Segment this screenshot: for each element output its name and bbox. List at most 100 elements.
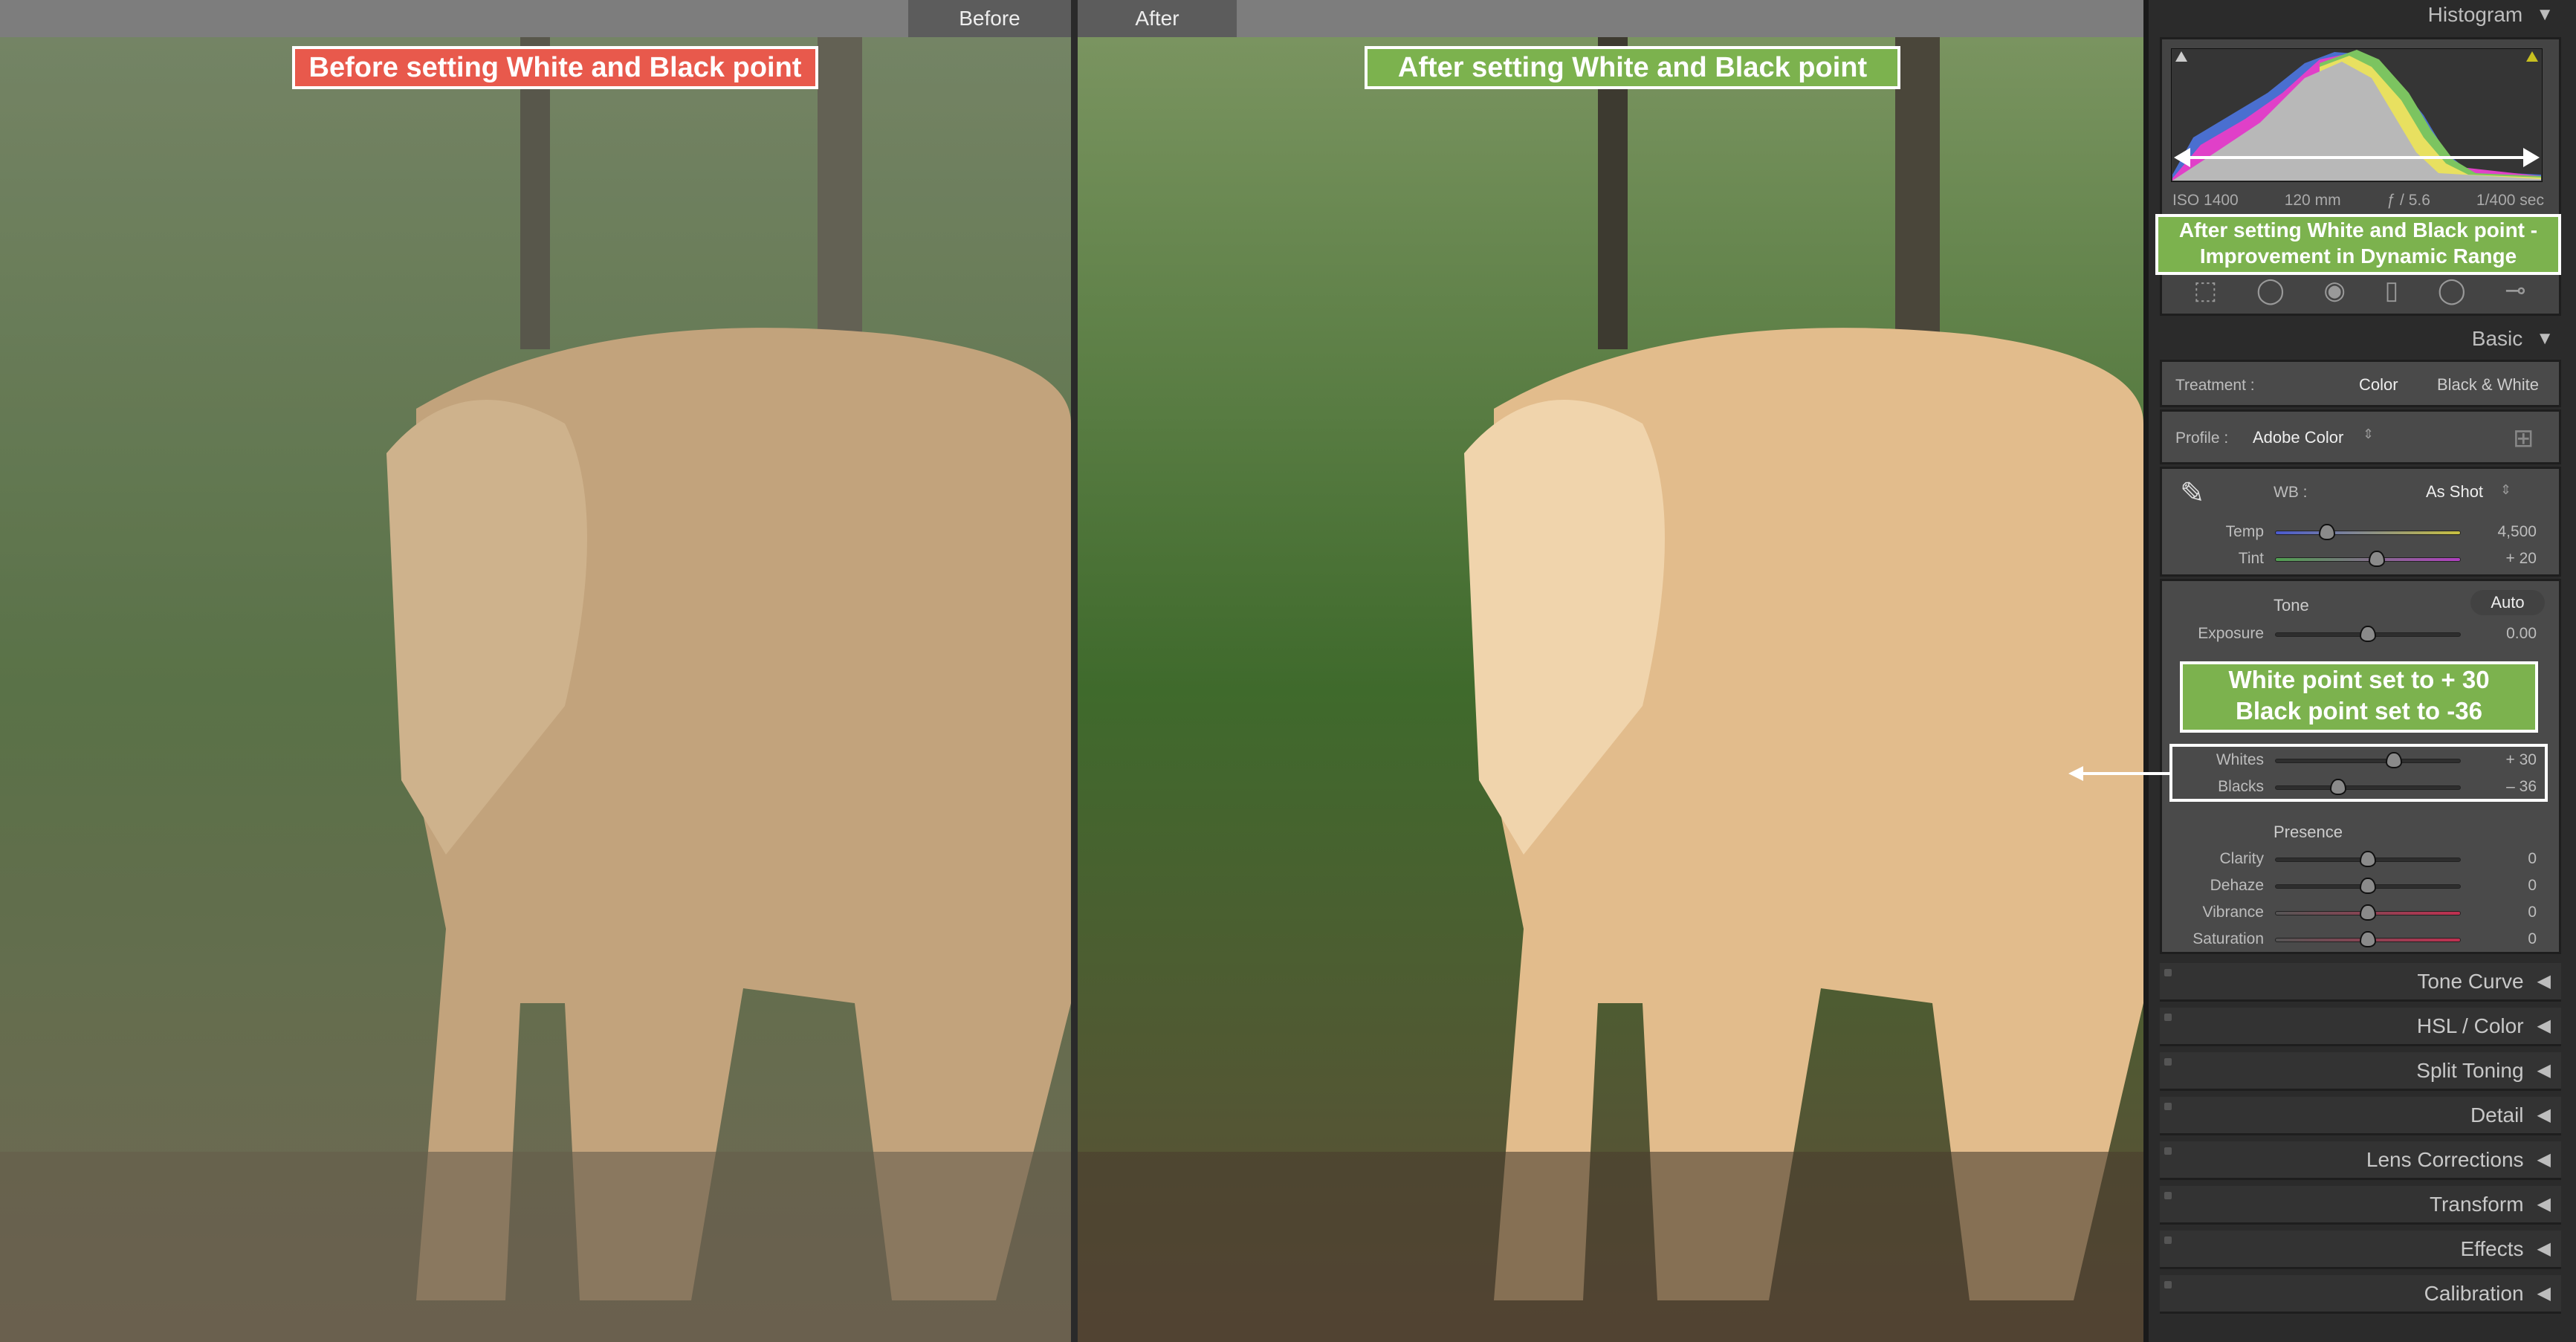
triangle-left-icon: ◀ [2537, 1239, 2551, 1259]
slider-saturation: Saturation 0 [2149, 930, 2576, 950]
panel-toggle-switch[interactable] [2164, 1281, 2172, 1288]
panel-tone-curve[interactable]: Tone Curve ◀ [2160, 963, 2561, 1002]
tab-after[interactable]: After [1078, 0, 1237, 37]
annotation-line: After setting White and Black point - [2178, 218, 2538, 242]
panel-toggle-switch[interactable] [2164, 1236, 2172, 1244]
profile-row: Profile : Adobe Color ⇕ ⊞ [2160, 409, 2561, 464]
profile-label: Profile : [2175, 429, 2229, 447]
slider-label: Vibrance [2202, 904, 2264, 921]
annotation-line: Black point set to -36 [2236, 697, 2482, 725]
slider-temp: Temp 4,500 [2149, 523, 2576, 542]
panel-effects[interactable]: Effects ◀ [2160, 1231, 2561, 1269]
red-eye-icon[interactable]: ◉ [2323, 276, 2346, 305]
panel-toggle-switch[interactable] [2164, 1192, 2172, 1199]
slider-value[interactable]: 0 [2462, 904, 2537, 921]
auto-tone-button[interactable]: Auto [2470, 590, 2545, 615]
panel-toggle-switch[interactable] [2164, 1058, 2172, 1066]
panel-title: Lens Corrections [2366, 1147, 2524, 1171]
panel-toggle-switch[interactable] [2164, 969, 2172, 976]
slider-exposure: Exposure 0.00 [2149, 625, 2576, 644]
triangle-left-icon: ◀ [2537, 1016, 2551, 1036]
treatment-bw-button[interactable]: Black & White [2437, 375, 2539, 395]
presence-label: Presence [2274, 823, 2343, 841]
annotation-arrow [2081, 772, 2170, 775]
basic-header[interactable]: Basic ▼ [2472, 327, 2554, 351]
arrow-head-icon [2068, 766, 2083, 781]
panel-split-toning[interactable]: Split Toning ◀ [2160, 1052, 2561, 1091]
histogram-header[interactable]: Histogram ▼ [2428, 3, 2554, 27]
triangle-left-icon: ◀ [2537, 971, 2551, 991]
shutter-readout: 1/400 sec [2476, 192, 2544, 209]
triangle-left-icon: ◀ [2537, 1194, 2551, 1214]
slider-label: Dehaze [2210, 877, 2264, 894]
panel-toggle-switch[interactable] [2164, 1014, 2172, 1021]
slider-value[interactable]: 4,500 [2462, 523, 2537, 541]
slider-thumb[interactable] [2360, 931, 2376, 947]
tab-before[interactable]: Before [908, 0, 1071, 37]
triangle-left-icon: ◀ [2537, 1060, 2551, 1080]
slider-value[interactable]: 0 [2462, 877, 2537, 895]
triangle-left-icon: ◀ [2537, 1150, 2551, 1170]
tone-label: Tone [2274, 596, 2309, 615]
slider-thumb[interactable] [2360, 904, 2376, 921]
slider-track[interactable] [2275, 878, 2461, 894]
slider-thumb[interactable] [2360, 626, 2376, 642]
profile-browser-icon[interactable]: ⊞ [2513, 424, 2534, 453]
panel-lens-corrections[interactable]: Lens Corrections ◀ [2160, 1141, 2561, 1180]
triangle-left-icon: ◀ [2537, 1105, 2551, 1125]
slider-thumb[interactable] [2319, 524, 2336, 540]
updown-icon: ⇕ [2363, 427, 2375, 441]
slider-track[interactable] [2275, 851, 2461, 867]
after-header [1078, 0, 2143, 37]
panel-hsl-color[interactable]: HSL / Color ◀ [2160, 1008, 2561, 1046]
panel-toggle-switch[interactable] [2164, 1147, 2172, 1155]
radial-filter-icon[interactable]: ◯ [2438, 276, 2466, 305]
histogram-title: Histogram [2427, 3, 2523, 26]
annotation-line: Improvement in Dynamic Range [2199, 244, 2517, 268]
slider-vibrance: Vibrance 0 [2149, 904, 2576, 923]
slider-track[interactable] [2275, 931, 2461, 947]
triangle-down-icon: ▼ [2536, 4, 2554, 25]
panel-title: Tone Curve [2417, 969, 2524, 993]
panel-transform[interactable]: Transform ◀ [2160, 1186, 2561, 1225]
panel-detail[interactable]: Detail ◀ [2160, 1097, 2561, 1135]
eyedropper-icon[interactable]: ✎ [2180, 476, 2205, 510]
wb-label: WB : [2274, 484, 2308, 501]
panel-title: Split Toning [2416, 1058, 2524, 1082]
wb-select[interactable]: As Shot [2426, 482, 2483, 502]
iso-readout: ISO 1400 [2172, 192, 2239, 209]
slider-value[interactable]: 0.00 [2462, 625, 2537, 643]
treatment-color-button[interactable]: Color [2359, 375, 2398, 395]
slider-thumb[interactable] [2369, 551, 2386, 567]
basic-title: Basic [2471, 327, 2523, 350]
before-photo [0, 37, 1071, 1342]
slider-value[interactable]: 0 [2462, 930, 2537, 948]
panel-calibration[interactable]: Calibration ◀ [2160, 1275, 2561, 1314]
slider-thumb[interactable] [2360, 878, 2376, 894]
slider-value[interactable]: 0 [2462, 850, 2537, 868]
slider-thumb[interactable] [2360, 851, 2376, 867]
slider-clarity: Clarity 0 [2149, 850, 2576, 869]
slider-label: Tint [2238, 550, 2264, 567]
panel-toggle-switch[interactable] [2164, 1103, 2172, 1110]
after-photo [1078, 37, 2143, 1342]
crop-overlay-icon[interactable]: ⬚ [2193, 276, 2217, 305]
spot-removal-icon[interactable]: ◯ [2256, 276, 2285, 305]
slider-label: Saturation [2192, 930, 2264, 947]
graduated-filter-icon[interactable]: ▯ [2385, 276, 2399, 305]
histogram-chart [2171, 48, 2543, 182]
after-annotation: After setting White and Black point [1365, 46, 1900, 89]
adjustment-brush-icon[interactable]: ⊸ [2505, 276, 2526, 305]
slider-track[interactable] [2275, 524, 2461, 540]
slider-value[interactable]: + 20 [2462, 550, 2537, 568]
panel-title: Transform [2429, 1192, 2524, 1216]
slider-track[interactable] [2275, 904, 2461, 921]
slider-track[interactable] [2275, 551, 2461, 567]
slider-track[interactable] [2275, 626, 2461, 642]
slider-label: Clarity [2219, 850, 2264, 867]
before-annotation: Before setting White and Black point [292, 46, 818, 89]
panel-title: Effects [2460, 1236, 2524, 1260]
profile-select[interactable]: Adobe Color [2253, 428, 2343, 447]
triangle-left-icon: ◀ [2537, 1283, 2551, 1303]
compare-divider[interactable] [1071, 0, 1078, 1342]
